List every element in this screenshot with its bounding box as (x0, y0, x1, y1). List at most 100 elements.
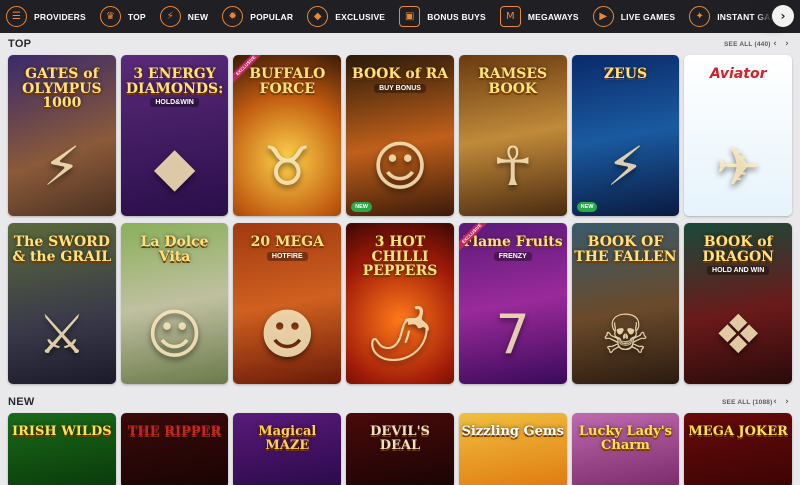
game-art: ♉ (263, 135, 312, 198)
game-card[interactable]: ☠ BOOK OF THE FALLEN (571, 223, 680, 384)
game-card[interactable]: ⚡ GATES of OLYMPUS 1000 (8, 55, 116, 216)
nav-item-new[interactable]: ⚡ NEW (159, 0, 209, 33)
nav-item-label: PROVIDERS (34, 11, 86, 22)
game-card[interactable]: DEVIL'S DEAL (346, 413, 454, 485)
game-title: Aviator (709, 66, 767, 82)
game-art: ☠ (601, 303, 650, 366)
game-card[interactable]: ☥ RAMSES BOOK (458, 55, 567, 216)
nav-item-label: NEW (187, 11, 209, 22)
fire-icon: ✹ (222, 6, 244, 27)
new-games-row: IRISH WILDS THE RIPPER Magical MAZE DEVIL'S… (8, 413, 793, 485)
nav-item-live-games[interactable]: ▶ LIVE GAMES (592, 0, 676, 33)
new-next-button[interactable]: › (781, 396, 793, 408)
diamond-icon: ◆ (307, 6, 329, 27)
game-art: ✈ (715, 135, 761, 198)
game-art: ☺ (146, 303, 203, 366)
game-card[interactable]: 🌶 3 HOT CHILLI PEPPERS (346, 223, 454, 384)
game-art: ☺ (371, 135, 429, 198)
lightning-icon: ⚡ (159, 6, 181, 27)
new-badge: NEW (351, 202, 372, 212)
game-title: 3 HOT CHILLI PEPPERS (362, 234, 438, 280)
game-title: Flame Fruits (462, 234, 563, 250)
game-card[interactable]: THE RIPPER (120, 413, 229, 485)
see-all-top-link[interactable]: SEE ALL (440) (724, 41, 771, 48)
game-title: The SWORD & the GRAIL (12, 234, 112, 265)
game-title: BOOK OF THE FALLEN (574, 234, 677, 265)
gamepad-icon: ✦ (689, 6, 711, 27)
game-subtitle: HOLD&WIN (150, 98, 199, 108)
section-title-new: NEW (8, 396, 35, 408)
game-card[interactable]: MEGA JOKER (684, 413, 793, 485)
category-nav: ☰ PROVIDERS ♛ TOP ⚡ NEW ✹ POPULAR ◆ EXCLUSIVE ▣ BON… (0, 0, 800, 33)
top-next-button[interactable]: › (781, 38, 793, 50)
nav-item-label: BONUS BUYS (427, 11, 486, 22)
game-title: THE RIPPER (127, 424, 222, 439)
nav-item-popular[interactable]: ✹ POPULAR (222, 0, 293, 33)
game-card[interactable]: ⚔ The SWORD & the GRAIL (8, 223, 116, 384)
see-all-new-link[interactable]: SEE ALL (1088) (722, 399, 772, 406)
game-art: ⚡ (606, 135, 645, 198)
game-title: Magical MAZE (258, 424, 317, 453)
nav-item-top[interactable]: ♛ TOP (99, 0, 146, 33)
game-art: ☻ (259, 303, 316, 366)
game-title: 3 ENERGY DIAMONDS: (125, 66, 224, 97)
game-title: 20 MEGA (250, 234, 324, 250)
play-icon: ▶ (592, 6, 614, 27)
game-title: BOOK of DRAGON (702, 234, 774, 265)
new-prev-button[interactable]: ‹ (769, 396, 781, 408)
nav-item-label: POPULAR (250, 11, 294, 22)
nav-item-label: MEGAWAYS (527, 11, 579, 22)
providers-icon: ☰ (6, 6, 27, 27)
game-card[interactable]: Sizzling Gems (458, 413, 567, 485)
top-prev-button[interactable]: ‹ (769, 38, 781, 50)
game-title: BOOK of RA (351, 66, 449, 82)
game-art: 7 (495, 303, 530, 366)
game-title: MEGA JOKER (688, 424, 788, 439)
nav-next-button[interactable]: › (772, 5, 794, 27)
game-title: GATES of OLYMPUS 1000 (22, 66, 102, 112)
new-badge: NEW (576, 202, 598, 212)
game-art: ⚔ (37, 303, 87, 366)
game-title: Lucky Lady's Charm (578, 424, 672, 453)
game-subtitle: FRENZY (493, 251, 532, 261)
game-card[interactable]: ☻ 20 MEGA HOTFIRE (233, 223, 342, 384)
game-art: ◆ (153, 135, 196, 198)
game-art: ⚡ (42, 135, 81, 198)
game-title: DEVIL'S DEAL (370, 424, 430, 453)
gift-icon: ▣ (399, 6, 421, 27)
game-subtitle: BUY BONUS (374, 83, 426, 93)
game-card[interactable]: Lucky Lady's Charm (571, 413, 680, 485)
top-games-row-2: ⚔ The SWORD & the GRAIL ☺ La Dolce Vita ☻ 20 … (8, 223, 793, 384)
game-card[interactable]: ❖ BOOK of DRAGON HOLD AND WIN (684, 223, 793, 384)
game-card[interactable]: Magical MAZE (233, 413, 342, 485)
game-title: RAMSES BOOK (478, 66, 548, 97)
game-title: Sizzling Gems (461, 424, 564, 439)
game-art: 🌶 (365, 302, 435, 365)
nav-item-exclusive[interactable]: ◆ EXCLUSIVE (307, 0, 385, 33)
game-card[interactable]: ✈ Aviator (684, 55, 793, 216)
game-card[interactable]: ◆ 3 ENERGY DIAMONDS: HOLD&WIN (120, 55, 229, 216)
game-card[interactable]: IRISH WILDS (8, 413, 116, 485)
game-card[interactable]: ☺ BOOK of RA BUY BONUS NEW (346, 55, 454, 216)
top-games-row-1: ⚡ GATES of OLYMPUS 1000 ◆ 3 ENERGY DIAMONDS… (8, 55, 793, 216)
nav-item-label: TOP (127, 11, 146, 22)
game-subtitle: HOLD AND WIN (707, 266, 770, 276)
game-subtitle: HOTFIRE (266, 251, 308, 261)
game-card[interactable]: ☺ La Dolce Vita (120, 223, 229, 384)
crown-icon: ♛ (99, 6, 121, 27)
nav-item-label: LIVE GAMES (620, 11, 676, 22)
nav-item-bonus-buys[interactable]: ▣ BONUS BUYS (399, 0, 486, 33)
nav-item-label: EXCLUSIVE (335, 11, 386, 22)
game-art: ❖ (713, 303, 763, 366)
game-card[interactable]: ⚡ ZEUS NEW (571, 55, 680, 216)
game-title: BUFFALO FORCE (249, 66, 326, 97)
game-title: IRISH WILDS (12, 424, 112, 439)
nav-item-megaways[interactable]: M MEGAWAYS (499, 0, 579, 33)
game-title: ZEUS (603, 66, 648, 82)
section-title-top: TOP (8, 38, 32, 50)
megaways-icon: M (499, 6, 521, 27)
game-title: La Dolce Vita (140, 234, 209, 265)
game-card[interactable]: ♉ BUFFALO FORCE EXCLUSIVE (233, 55, 342, 216)
game-card[interactable]: 7 Flame Fruits FRENZY EXCLUSIVE (458, 223, 567, 384)
nav-item-providers[interactable]: ☰ PROVIDERS (6, 0, 86, 33)
